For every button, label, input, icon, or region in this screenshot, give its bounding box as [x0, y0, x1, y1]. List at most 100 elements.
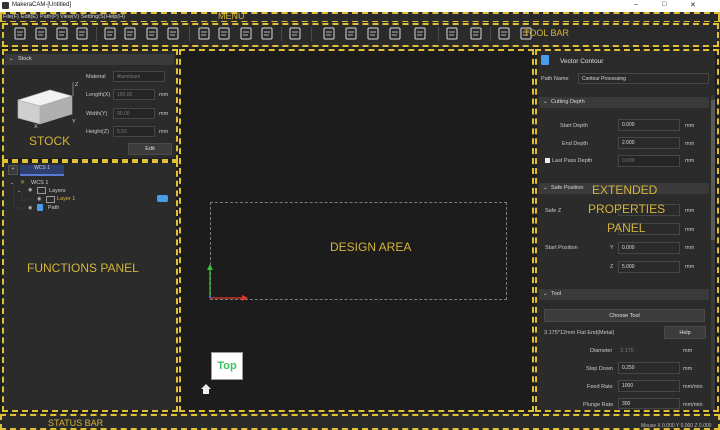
diameter-label: Diameter [590, 348, 613, 354]
menu-file[interactable]: File(F) [3, 14, 19, 20]
tree-path[interactable]: Path [48, 205, 59, 211]
menu-path[interactable]: Path(P) [40, 14, 59, 20]
delete-icon[interactable] [260, 26, 274, 41]
width-label: Width(Y) [86, 111, 108, 117]
feed-rate-field[interactable]: 1000 [618, 380, 680, 392]
cutting-depth-header[interactable]: ⌄ Cutting Depth [539, 97, 709, 108]
tree-expand-layers-icon[interactable]: ⌄ [17, 188, 21, 194]
path-5-icon[interactable] [413, 26, 427, 41]
properties-annotation-1: EXTENDED [592, 183, 658, 197]
last-pass-field[interactable]: 0.000 [618, 155, 680, 167]
menu-setting[interactable]: Setting(S) [81, 14, 105, 20]
tool-help-button[interactable]: Help [664, 326, 706, 339]
width-field[interactable]: 90.00 [113, 108, 155, 119]
toolbar-separator [490, 27, 491, 41]
visibility-eye-icon[interactable]: ◉ [37, 196, 41, 202]
path-4-icon[interactable] [388, 26, 402, 41]
layer-color-swatch[interactable] [157, 195, 168, 202]
visibility-eye-icon[interactable]: ◉ [28, 205, 32, 211]
copy-icon[interactable] [239, 26, 253, 41]
properties-scroll-thumb[interactable] [711, 100, 715, 240]
plunge-rate-field[interactable]: 300 [618, 398, 680, 409]
add-icon[interactable] [197, 26, 211, 41]
diameter-unit: mm [683, 348, 693, 354]
wcs-add-icon[interactable]: + [8, 165, 18, 175]
window-title: MakeraCAM-[Untitled] [12, 2, 72, 8]
last-pass-checkbox[interactable] [545, 158, 550, 163]
status-annotation: STATUS BAR [48, 418, 104, 428]
properties-annotation-2: PROPERTIES [588, 202, 666, 216]
tree-layers[interactable]: Layers [49, 188, 66, 194]
toolbar-annotation: TOOL BAR [524, 28, 570, 38]
group-icon[interactable] [217, 26, 231, 41]
start-depth-unit: mm [685, 123, 695, 129]
mirror-icon[interactable] [469, 26, 483, 41]
feed-rate-label: Feed Rate [587, 384, 613, 390]
stock-header[interactable]: ⌄ Stock [5, 54, 174, 65]
path-3-icon[interactable] [366, 26, 380, 41]
menu-help[interactable]: Help(H) [106, 14, 125, 20]
menu-view[interactable]: View(V) [60, 14, 79, 20]
step-down-field[interactable]: 0.250 [618, 362, 680, 374]
path-name-field[interactable]: Contour Processing [578, 73, 709, 84]
layers-icon [37, 187, 46, 194]
last-pass-unit: mm [685, 158, 695, 164]
tab-wcs-1[interactable]: WCS 1 [20, 165, 64, 176]
tool-header[interactable]: ⌄ Tool [539, 289, 709, 300]
cutting-depth-title: Cutting Depth [551, 99, 585, 105]
menu-edit[interactable]: Edit(E) [21, 14, 38, 20]
start-position-z-field[interactable]: 5.000 [618, 261, 680, 273]
start-depth-field[interactable]: 0.000 [618, 119, 680, 131]
length-field[interactable]: 150.00 [113, 89, 155, 100]
path-1-icon[interactable] [322, 26, 336, 41]
end-depth-unit: mm [685, 141, 695, 147]
new-file-icon[interactable] [13, 26, 27, 41]
path-name-label: Path Name [541, 76, 569, 82]
tree-wcs-1[interactable]: WCS 1 [31, 180, 48, 186]
transform-icon[interactable] [445, 26, 459, 41]
end-depth-field[interactable]: 2.000 [618, 137, 680, 149]
minimize-icon[interactable]: – [634, 1, 638, 8]
home-view-icon[interactable] [200, 383, 212, 395]
tree-expand-wcs-icon[interactable]: ⌄ [10, 180, 14, 186]
export-icon[interactable] [123, 26, 137, 41]
save-as-icon[interactable] [75, 26, 89, 41]
open-folder-icon[interactable] [34, 26, 48, 41]
origin-axes [207, 264, 248, 301]
undo-icon[interactable] [145, 26, 159, 41]
status-bar [0, 413, 720, 430]
material-label: Material [86, 74, 106, 80]
redo-icon[interactable] [166, 26, 180, 41]
simulate-icon[interactable] [497, 26, 511, 41]
stock-annotation: STOCK [29, 134, 71, 148]
choose-tool-button[interactable]: Choose Tool [544, 309, 705, 322]
close-icon[interactable]: ✕ [690, 1, 696, 9]
material-field[interactable]: Aluminium [113, 71, 165, 82]
length-label: Length(X) [86, 92, 111, 98]
stock-title: Stock [18, 56, 32, 62]
start-y-label: Y [610, 245, 614, 251]
stock-axis-z: Z [75, 82, 79, 88]
end-depth-label: End Depth [562, 141, 588, 147]
properties-annotation-3: PANEL [607, 221, 646, 235]
path-2-icon[interactable] [344, 26, 358, 41]
feed-rate-unit: mm/min [683, 384, 703, 390]
save-icon[interactable] [55, 26, 69, 41]
height-field[interactable]: 5.50 [113, 126, 155, 137]
stock-axis-x: X [34, 124, 38, 130]
import-icon[interactable] [103, 26, 117, 41]
safe-z-unit: mm [685, 208, 695, 214]
3d-view-icon[interactable] [288, 26, 302, 41]
tree-layer-1[interactable]: Layer 1 [57, 196, 75, 202]
start-position-y-field[interactable]: 0.000 [618, 242, 680, 254]
toolbar-separator [281, 27, 282, 41]
start-depth-label: Start Depth [560, 123, 588, 129]
tool-name: 3.175*12mm Flat End(Metal) [544, 330, 615, 336]
last-pass-label: Last Pass Depth [552, 158, 593, 164]
stock-cube-icon [16, 82, 74, 125]
height-unit: mm [159, 129, 169, 135]
maximize-icon[interactable]: □ [662, 1, 666, 8]
stock-edit-button[interactable]: Edit [128, 143, 172, 155]
view-cube-top[interactable]: Top [211, 352, 243, 380]
visibility-eye-icon[interactable]: ◉ [28, 187, 32, 193]
